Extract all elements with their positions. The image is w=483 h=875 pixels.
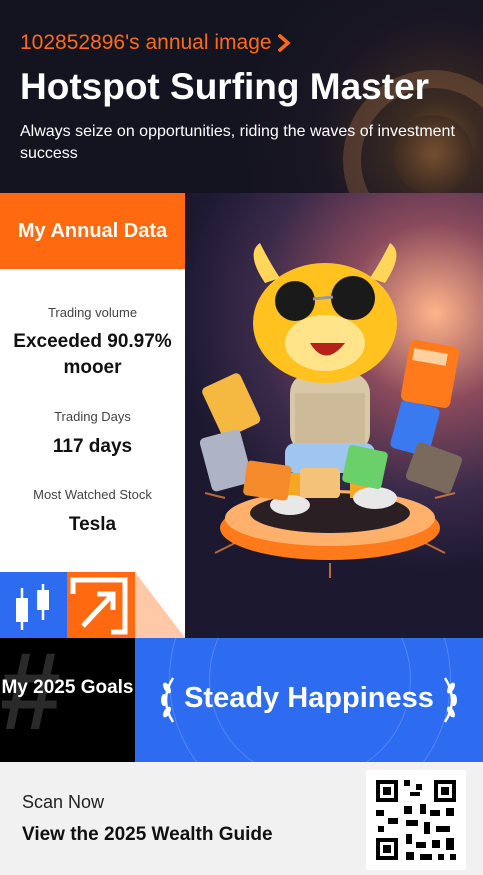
goal-banner: Steady Happiness bbox=[135, 638, 483, 762]
page-title: Hotspot Surfing Master bbox=[20, 66, 430, 107]
annual-data-heading: My Annual Data bbox=[0, 193, 185, 269]
stat-value-trading-volume: Exceeded 90.97% mooer bbox=[13, 331, 172, 378]
footer: Scan Now View the 2025 Wealth Guide bbox=[0, 762, 483, 875]
scan-now-label: Scan Now bbox=[22, 792, 105, 812]
arrow-tile bbox=[67, 572, 135, 638]
decorative-tiles bbox=[0, 572, 185, 638]
arrow-up-right-icon bbox=[70, 577, 128, 635]
chevron-right-icon[interactable] bbox=[277, 34, 292, 52]
header-banner: 102852896's annual image Hotspot Surfing… bbox=[0, 0, 483, 193]
mascot-illustration bbox=[185, 193, 483, 638]
goals-label: My 2025 Goals bbox=[1, 677, 134, 698]
stat-label-trading-days: Trading Days bbox=[54, 409, 131, 424]
annual-image-link-text[interactable]: 102852896's annual image bbox=[20, 31, 272, 55]
goal-text: Steady Happiness bbox=[184, 682, 434, 714]
annual-image-link[interactable]: 102852896's annual image bbox=[20, 31, 292, 55]
candlestick-tile bbox=[0, 572, 67, 638]
triangle-decoration bbox=[135, 572, 185, 638]
stat-value-trading-days: 117 days bbox=[52, 436, 133, 457]
page-subtitle: Always seize on opportunities, riding th… bbox=[20, 123, 455, 162]
stat-value-most-watched: Tesla bbox=[68, 514, 117, 535]
candlestick-icon bbox=[16, 584, 49, 630]
stat-label-most-watched: Most Watched Stock bbox=[33, 487, 152, 502]
qr-code-icon[interactable] bbox=[366, 770, 466, 870]
goals-label-block: # My 2025 Goals bbox=[0, 638, 135, 762]
wealth-guide-label: View the 2025 Wealth Guide bbox=[22, 824, 273, 845]
mascot-scene bbox=[199, 243, 462, 578]
stat-label-trading-volume: Trading volume bbox=[47, 305, 138, 320]
